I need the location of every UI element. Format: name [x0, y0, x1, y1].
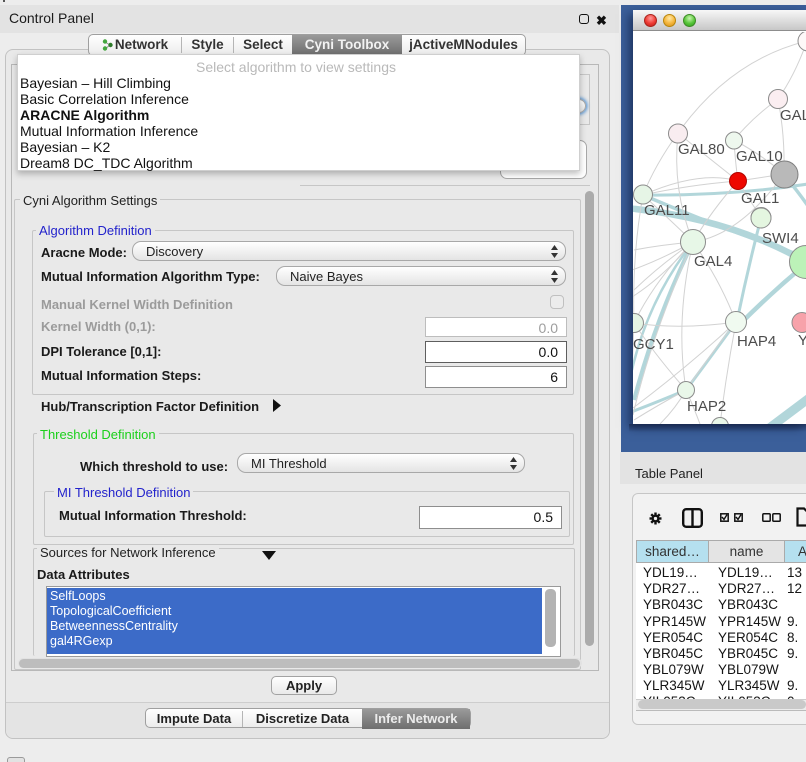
svg-text:Y: Y [798, 332, 806, 349]
svg-text:SWI4: SWI4 [762, 230, 799, 247]
svg-text:GAL10: GAL10 [736, 148, 783, 165]
svg-text:GAL7: GAL7 [780, 107, 806, 124]
svg-text:GCY1: GCY1 [633, 336, 674, 353]
svg-text:GAL1: GAL1 [741, 190, 779, 207]
svg-text:GAL11: GAL11 [644, 202, 690, 219]
svg-text:HAP2: HAP2 [687, 398, 726, 415]
svg-text:GAL80: GAL80 [678, 141, 725, 158]
svg-text:GAL4: GAL4 [694, 253, 732, 270]
svg-text:HAP4: HAP4 [737, 333, 776, 350]
